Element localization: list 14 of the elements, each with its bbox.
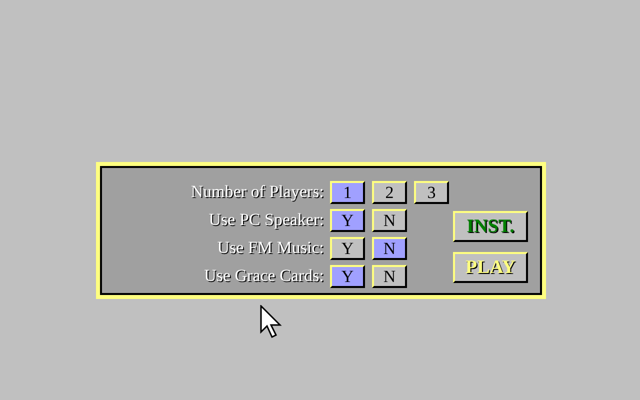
option-button[interactable]: 1 xyxy=(330,180,365,204)
mouse-cursor-icon xyxy=(260,305,282,339)
option-button[interactable]: Y xyxy=(330,236,365,260)
setting-label: Use FM Music: xyxy=(216,237,324,259)
option-button[interactable]: Y xyxy=(330,208,365,232)
setting-label: Use PC Speaker: xyxy=(208,209,324,231)
option-button[interactable]: 3 xyxy=(414,180,449,204)
option-button[interactable]: 2 xyxy=(372,180,407,204)
option-button[interactable]: N xyxy=(372,264,407,288)
option-button[interactable]: N xyxy=(372,208,407,232)
option-button[interactable]: Y xyxy=(330,264,365,288)
setting-label: Number of Players: xyxy=(190,181,324,203)
option-button[interactable]: N xyxy=(372,236,407,260)
setting-label: Use Grace Cards: xyxy=(203,265,324,287)
